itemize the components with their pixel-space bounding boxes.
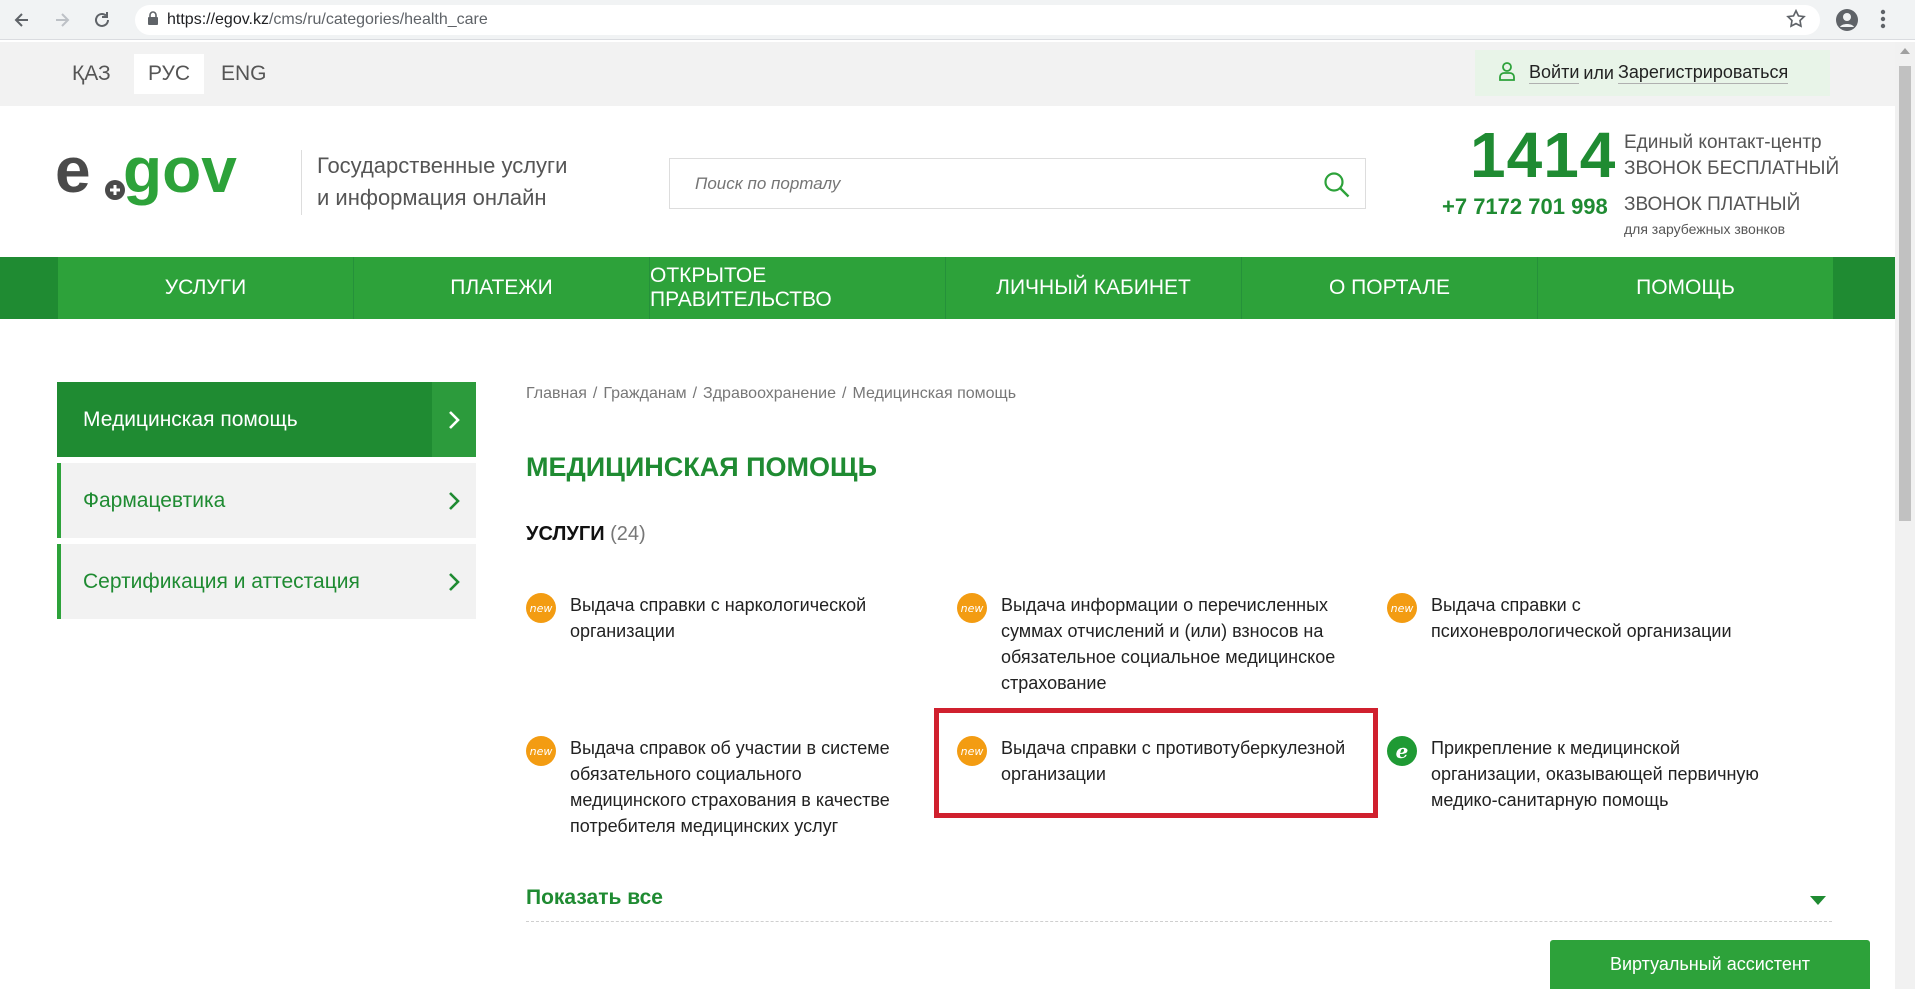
site-search [669, 158, 1366, 209]
search-icon[interactable] [1323, 171, 1351, 204]
bookmark-star-icon[interactable] [1785, 8, 1807, 35]
service-title: Выдача информации о перечисленных суммах… [1001, 595, 1336, 693]
main-nav: УСЛУГИ ПЛАТЕЖИ ОТКРЫТОЕ ПРАВИТЕЛЬСТВО ЛИ… [0, 257, 1895, 319]
lang-rus[interactable]: РУС [134, 54, 205, 94]
new-badge-icon: new [526, 736, 556, 766]
chevron-right-icon [432, 463, 476, 538]
breadcrumb-health-care[interactable]: Здравоохранение [703, 385, 836, 402]
phone-main: 1414 [1470, 119, 1617, 191]
phone-main-desc1: Единый контакт-центр [1624, 132, 1822, 153]
login-or-text: или [1583, 62, 1614, 83]
nav-payments[interactable]: ПЛАТЕЖИ [354, 257, 650, 319]
phone-main-desc2: ЗВОНОК БЕСПЛАТНЫЙ [1624, 158, 1840, 179]
sidebar-item-label: Сертификация и аттестация [83, 569, 360, 593]
login-link[interactable]: Войти [1529, 62, 1580, 84]
url-path: /cms/ru/categories/health_care [268, 11, 488, 28]
nav-help[interactable]: ПОМОЩЬ [1538, 257, 1833, 319]
forward-arrow-icon[interactable] [50, 8, 74, 32]
services-heading-label: УСЛУГИ [526, 523, 605, 545]
search-input[interactable] [670, 159, 1290, 208]
sidebar-item-label: Фармацевтика [83, 488, 226, 512]
show-all-toggle[interactable]: Показать все [526, 880, 1832, 922]
back-arrow-icon[interactable] [10, 8, 34, 32]
nav-open-government[interactable]: ОТКРЫТОЕ ПРАВИТЕЛЬСТВО [650, 257, 946, 319]
chevron-right-icon [432, 544, 476, 619]
service-title: Выдача справок об участии в системе обяз… [570, 738, 890, 836]
caret-down-icon [1810, 896, 1826, 905]
svg-text:e: e [55, 140, 91, 206]
phone-alt-desc: ЗВОНОК ПЛАТНЫЙ [1624, 194, 1801, 215]
service-item[interactable]: new Выдача справки с психоневрологическо… [1387, 592, 1807, 644]
browser-menu-icon[interactable] [1880, 8, 1886, 35]
nav-personal-account[interactable]: ЛИЧНЫЙ КАБИНЕТ [946, 257, 1242, 319]
new-badge-icon: new [957, 593, 987, 623]
user-icon [1499, 61, 1515, 86]
scroll-thumb[interactable] [1899, 66, 1911, 521]
register-link[interactable]: Зарегистрироваться [1618, 62, 1789, 84]
lang-eng[interactable]: ENG [207, 54, 281, 94]
address-bar[interactable]: https://egov.kz/cms/ru/categories/health… [135, 5, 1820, 35]
breadcrumb-citizens[interactable]: Гражданам [603, 385, 686, 402]
page-scrollbar[interactable] [1895, 42, 1915, 989]
logo-divider [301, 150, 302, 215]
virtual-assistant-button[interactable]: Виртуальный ассистент [1550, 940, 1870, 989]
sidebar-item-label: Медицинская помощь [83, 407, 298, 431]
sidebar-item-medical-care[interactable]: Медицинская помощь [57, 382, 476, 457]
phone-alt-note: для зарубежных звонков [1624, 221, 1786, 237]
show-all-label: Показать все [526, 886, 663, 909]
top-utility-bar: ҚАЗ РУС ENG Войти или Зарегистрироваться [0, 42, 1895, 106]
service-item[interactable]: new Выдача справки с наркологической орг… [526, 592, 926, 644]
breadcrumb-current: Медицинская помощь [852, 385, 1017, 402]
phone-main-desc: Единый контакт-центр ЗВОНОК БЕСПЛАТНЫЙ [1624, 130, 1839, 182]
nav-about-portal[interactable]: О ПОРТАЛЕ [1242, 257, 1538, 319]
egov-logo[interactable]: e gov [55, 134, 295, 230]
login-box: Войти или Зарегистрироваться [1475, 50, 1830, 96]
tagline-line1: Государственные услуги [317, 153, 568, 178]
sidebar-item-pharmaceutics[interactable]: Фармацевтика [57, 463, 476, 538]
phone-alt: +7 7172 701 998 [1442, 194, 1608, 219]
header-tagline: Государственные услуги и информация онла… [317, 150, 567, 214]
service-item[interactable]: new Выдача информации о перечисленных су… [957, 592, 1357, 696]
services-heading: УСЛУГИ (24) [526, 523, 646, 546]
nav-services[interactable]: УСЛУГИ [58, 257, 354, 319]
chevron-right-icon [432, 382, 476, 457]
tagline-line2: и информация онлайн [317, 185, 547, 210]
svg-text:gov: gov [123, 140, 237, 206]
highlight-box [934, 708, 1378, 818]
sidebar-item-certification[interactable]: Сертификация и аттестация [57, 544, 476, 619]
service-title: Выдача справки с психоневрологической ор… [1431, 595, 1732, 641]
reload-icon[interactable] [90, 8, 114, 32]
services-count: (24) [610, 523, 646, 545]
service-title: Прикрепление к медицинской организации, … [1431, 738, 1759, 810]
service-title: Выдача справки с наркологической организ… [570, 595, 867, 641]
profile-icon[interactable] [1835, 8, 1859, 37]
breadcrumb-home[interactable]: Главная [526, 385, 587, 402]
lang-kaz[interactable]: ҚАЗ [58, 54, 125, 94]
page-title: МЕДИЦИНСКАЯ ПОМОЩЬ [526, 452, 877, 482]
service-item[interactable]: new Выдача справок об участии в системе … [526, 735, 926, 839]
browser-toolbar: https://egov.kz/cms/ru/categories/health… [0, 0, 1915, 40]
breadcrumb: Главная / Гражданам / Здравоохранение / Медици… [526, 385, 1017, 402]
scroll-up-arrow-icon[interactable] [1900, 48, 1910, 54]
new-badge-icon: new [1387, 593, 1417, 623]
lock-icon [147, 10, 159, 30]
egov-badge-icon: e [1387, 736, 1417, 766]
new-badge-icon: new [526, 593, 556, 623]
url-host: https://egov.kz [167, 11, 269, 28]
service-item[interactable]: e Прикрепление к медицинской организации… [1387, 735, 1807, 813]
